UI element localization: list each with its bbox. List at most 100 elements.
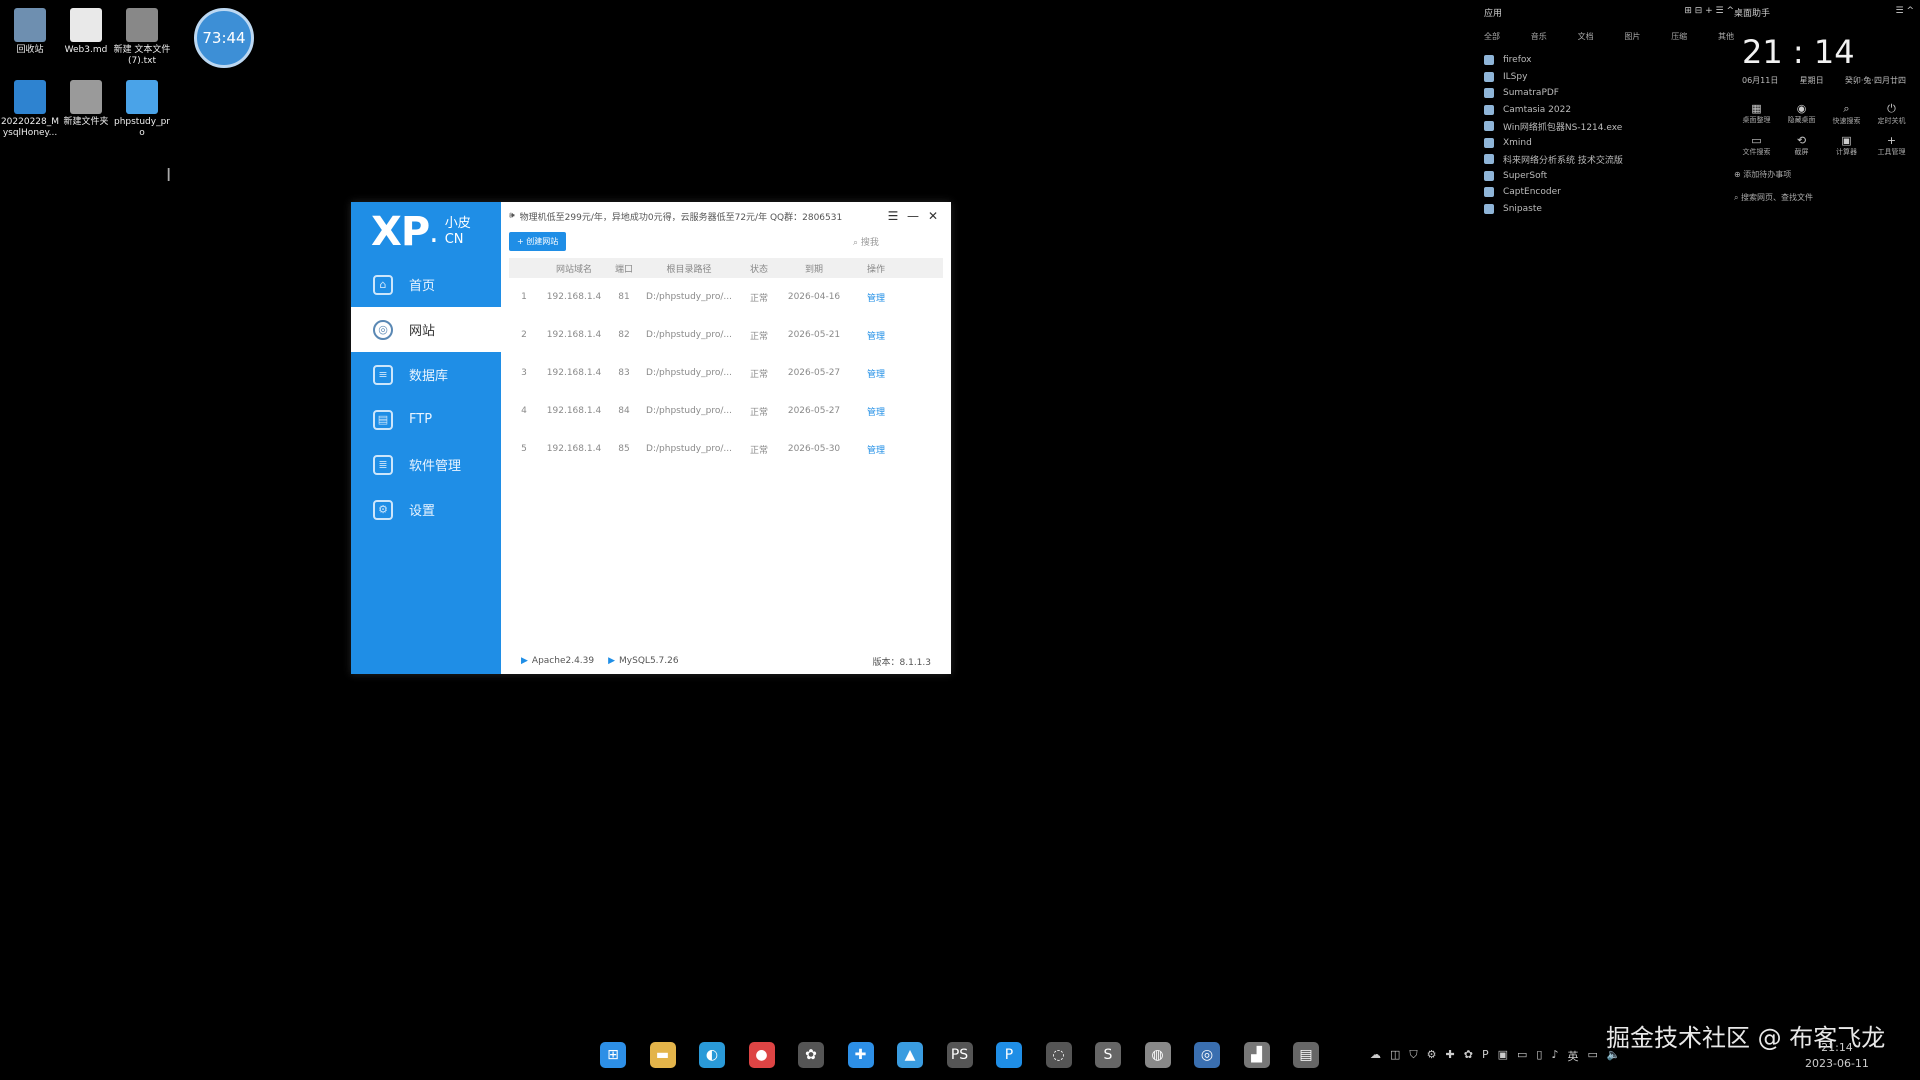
launcher-controls-icon[interactable]: ⊞ ⊟ + ☰ ^ <box>1684 6 1734 19</box>
tray-icon[interactable]: P <box>1482 1048 1489 1064</box>
web-search[interactable]: ⌕ 搜索网页、查找文件 <box>1734 192 1914 203</box>
tray-icon[interactable]: ◫ <box>1390 1048 1400 1064</box>
desktop-icon[interactable]: phpstudy_pro <box>112 80 172 139</box>
desktop-icon[interactable]: 新建文件夹 <box>56 80 116 128</box>
launcher-app-item[interactable]: ILSpy <box>1484 69 1734 86</box>
taskbar-app-8-icon[interactable]: PS <box>946 1042 973 1068</box>
taskbar-app-14-icon[interactable]: ▟ <box>1243 1042 1270 1068</box>
launcher-app-item[interactable]: Camtasia 2022 <box>1484 102 1734 119</box>
launcher-tab[interactable]: 压缩 <box>1671 31 1687 42</box>
desktop-icon[interactable]: Web3.md <box>56 8 116 56</box>
tray-icon[interactable]: ✿ <box>1464 1048 1473 1064</box>
col-action: 操作 <box>866 264 885 275</box>
nav-item[interactable]: ◎ 网站 <box>351 307 501 352</box>
col-status[interactable]: 状态 <box>739 262 779 275</box>
file-icon <box>70 80 102 114</box>
taskbar-app-13-icon[interactable]: ◎ <box>1194 1042 1220 1068</box>
desktop-icon[interactable]: 回收站 <box>0 8 60 56</box>
tray-icon[interactable]: ▣ <box>1498 1048 1508 1064</box>
taskbar-edge-icon[interactable]: ◐ <box>699 1042 725 1068</box>
launcher-tab[interactable]: 其他 <box>1718 31 1734 42</box>
taskbar-file-explorer-icon[interactable]: ▬ <box>649 1042 676 1068</box>
col-expire[interactable]: 到期 <box>779 262 849 275</box>
tray-icon[interactable]: ⚙ <box>1427 1048 1437 1064</box>
tray-icon[interactable]: ⛉ <box>1409 1048 1417 1064</box>
launcher-app-item[interactable]: Snipaste <box>1484 201 1734 218</box>
tray-icon[interactable]: ▯ <box>1536 1048 1542 1064</box>
launcher-tab[interactable]: 全部 <box>1484 31 1500 42</box>
play-icon[interactable]: ▶ <box>521 656 528 666</box>
taskbar-app-12-icon[interactable]: ◍ <box>1144 1042 1171 1068</box>
desktop-icon[interactable]: 新建 文本文件 (7).txt <box>112 8 172 67</box>
quick-tools: ▦ 桌面整理 ◉ 隐藏桌面 ⌕ 快速搜索 ⏻ 定时关机 ▭ 文件搜索 ⟲ 截屏 ▣ 计算器 + 工具管理 <box>1734 102 1914 157</box>
col-domain[interactable]: 网站域名 <box>539 262 609 275</box>
minimize-button[interactable]: — <box>903 209 923 223</box>
taskbar-windows-start-icon[interactable]: ⊞ <box>600 1042 626 1068</box>
tray-icon[interactable]: ▭ <box>1517 1048 1527 1064</box>
menu-button[interactable]: ☰ <box>883 209 903 223</box>
taskbar-app-5-icon[interactable]: ✿ <box>798 1042 824 1068</box>
quick-tool[interactable]: ▭ 文件搜索 <box>1734 134 1779 157</box>
taskbar-clock[interactable]: 21:14 2023-06-11 <box>1805 1040 1869 1072</box>
cell-action[interactable]: 管理 <box>849 443 903 456</box>
launcher-tab[interactable]: 图片 <box>1624 31 1640 42</box>
mysql-service[interactable]: MySQL5.7.26 <box>619 656 679 666</box>
launcher-app-item[interactable]: Win网络抓包器NS-1214.exe <box>1484 118 1734 135</box>
quick-tool[interactable]: ◉ 隐藏桌面 <box>1779 102 1824 126</box>
tray-icon[interactable]: 🔈 <box>1607 1048 1621 1064</box>
nav-item[interactable]: ⚙ 设置 <box>351 487 501 532</box>
col-path[interactable]: 根目录路径 <box>639 262 739 275</box>
quick-tool[interactable]: ▦ 桌面整理 <box>1734 102 1779 126</box>
launcher-app-item[interactable]: SuperSoft <box>1484 168 1734 185</box>
launcher-app-item[interactable]: Xmind <box>1484 135 1734 152</box>
launcher-tab[interactable]: 音乐 <box>1531 31 1547 42</box>
quick-tool-label: 隐藏桌面 <box>1787 116 1816 124</box>
floating-clock-badge[interactable]: 73:44 <box>194 8 254 68</box>
taskbar-chrome-icon[interactable]: ● <box>748 1042 775 1068</box>
nav-item[interactable]: ≡ 数据库 <box>351 352 501 397</box>
app-launcher-tabs: 全部 音乐 文档 图片 压缩 其他 <box>1484 31 1734 42</box>
search-box[interactable]: ⌕ 搜我 <box>853 235 943 248</box>
quick-tool[interactable]: ⏻ 定时关机 <box>1869 102 1914 126</box>
quick-tool[interactable]: ⌕ 快速搜索 <box>1824 102 1869 126</box>
quick-tool[interactable]: + 工具管理 <box>1869 134 1914 157</box>
taskbar-app-7-icon[interactable]: ▲ <box>897 1042 923 1068</box>
launcher-app-item[interactable]: CaptEncoder <box>1484 184 1734 201</box>
taskbar-app-11-icon[interactable]: S <box>1095 1042 1121 1068</box>
nav-item[interactable]: ▤ FTP <box>351 397 501 442</box>
close-button[interactable]: ✕ <box>923 209 943 223</box>
apache-service[interactable]: Apache2.4.39 <box>532 656 594 666</box>
launcher-app-label: Win网络抓包器NS-1214.exe <box>1503 122 1623 133</box>
cell-action[interactable]: 管理 <box>849 367 903 380</box>
notice-text[interactable]: 物理机低至299元/年，异地成功0元得，云服务器低至72元/年 QQ群：2806… <box>520 210 883 223</box>
quick-tool[interactable]: ⟲ 截屏 <box>1779 134 1824 157</box>
desktop-icon[interactable]: 20220228_MysqlHoney... <box>0 80 60 139</box>
launcher-app-item[interactable]: firefox <box>1484 52 1734 69</box>
taskbar-app-6-icon[interactable]: ✚ <box>847 1042 874 1068</box>
taskbar-app-15-icon[interactable]: ▤ <box>1293 1042 1319 1068</box>
launcher-app-item[interactable]: 科来网络分析系统 技术交流版 <box>1484 151 1734 168</box>
launcher-app-item[interactable]: SumatraPDF <box>1484 85 1734 102</box>
tray-icon[interactable]: ☁ <box>1370 1048 1381 1064</box>
add-todo[interactable]: ⊕ 添加待办事项 <box>1734 169 1914 180</box>
launcher-tab[interactable]: 文档 <box>1578 31 1594 42</box>
tray-icon[interactable]: ✚ <box>1446 1048 1455 1064</box>
col-port[interactable]: 端口 <box>609 262 639 275</box>
cell-action[interactable]: 管理 <box>849 405 903 418</box>
tray-icon[interactable]: ♪ <box>1551 1048 1558 1064</box>
cell-no: 5 <box>521 444 527 454</box>
tray-icon[interactable]: ▭ <box>1588 1048 1598 1064</box>
tray-icon[interactable]: 英 <box>1568 1048 1579 1064</box>
cell-action[interactable]: 管理 <box>849 291 903 304</box>
play-icon[interactable]: ▶ <box>608 656 615 666</box>
widget-menu-icon[interactable]: ☰ ^ <box>1896 6 1914 19</box>
quick-tool[interactable]: ▣ 计算器 <box>1824 134 1869 157</box>
taskbar-app-10-icon[interactable]: ◌ <box>1045 1042 1072 1068</box>
nav-item[interactable]: ≣ 软件管理 <box>351 442 501 487</box>
quick-tool-icon: ⌕ <box>1843 102 1850 115</box>
create-site-button[interactable]: + 创建网站 <box>509 231 567 251</box>
launcher-app-label: CaptEncoder <box>1503 187 1561 198</box>
taskbar-phpstudy-icon[interactable]: P <box>996 1042 1022 1068</box>
cell-action[interactable]: 管理 <box>849 329 903 342</box>
nav-item[interactable]: ⌂ 首页 <box>351 262 501 307</box>
